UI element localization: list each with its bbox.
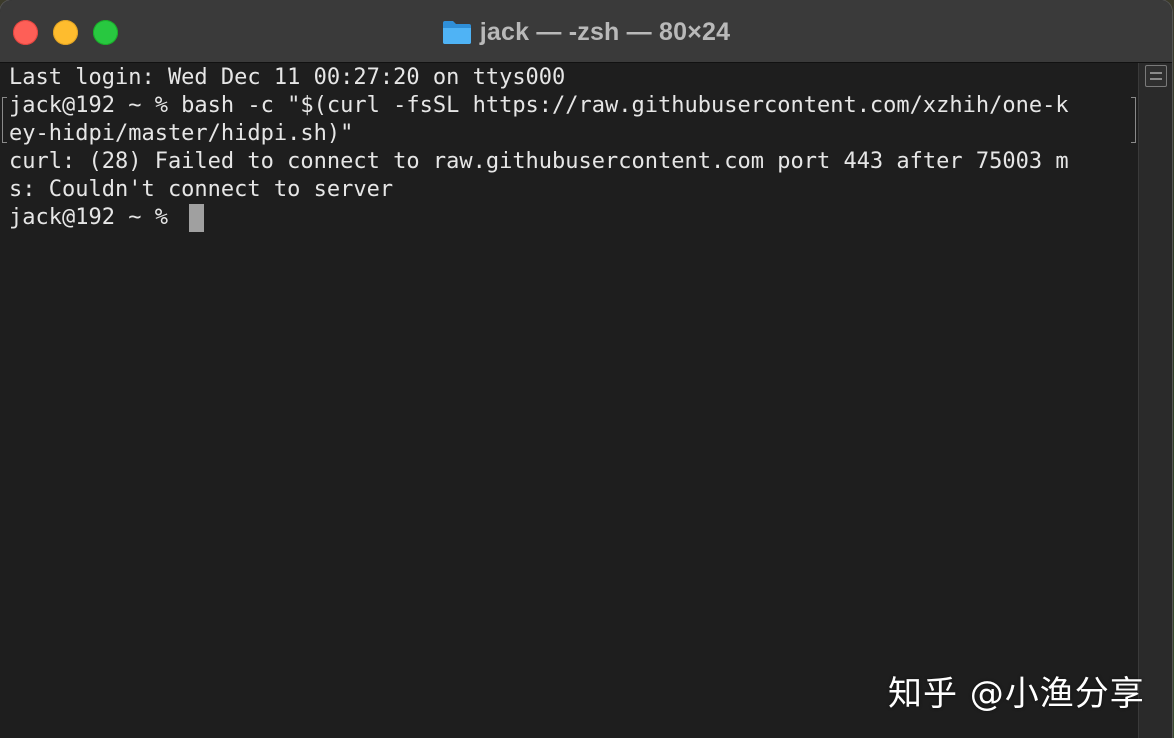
window-title: jack — -zsh — 80×24 (479, 17, 731, 46)
terminal-prompt: jack@192 ~ % (9, 205, 182, 230)
title-area: jack — -zsh — 80×24 (0, 15, 1172, 49)
terminal-line: Last login: Wed Dec 11 00:27:20 on ttys0… (9, 65, 566, 90)
scrollbar[interactable] (1138, 63, 1172, 738)
terminal-line: ey-hidpi/master/hidpi.sh)" (9, 121, 354, 146)
watermark: 知乎 @小渔分享 (888, 674, 1145, 714)
command-mark-left (2, 97, 7, 143)
terminal-window: jack — -zsh — 80×24 Last login: Wed Dec … (0, 0, 1172, 738)
terminal-line: curl: (28) Failed to connect to raw.gith… (9, 149, 1069, 174)
text-cursor (189, 204, 204, 232)
scroll-menu-icon[interactable] (1145, 65, 1167, 87)
terminal-line: jack@192 ~ % bash -c "$(curl -fsSL https… (9, 93, 1069, 118)
folder-icon (442, 19, 472, 45)
title-bar[interactable]: jack — -zsh — 80×24 (0, 0, 1172, 63)
terminal-line: s: Couldn't connect to server (9, 177, 394, 202)
command-mark-right (1131, 97, 1136, 143)
